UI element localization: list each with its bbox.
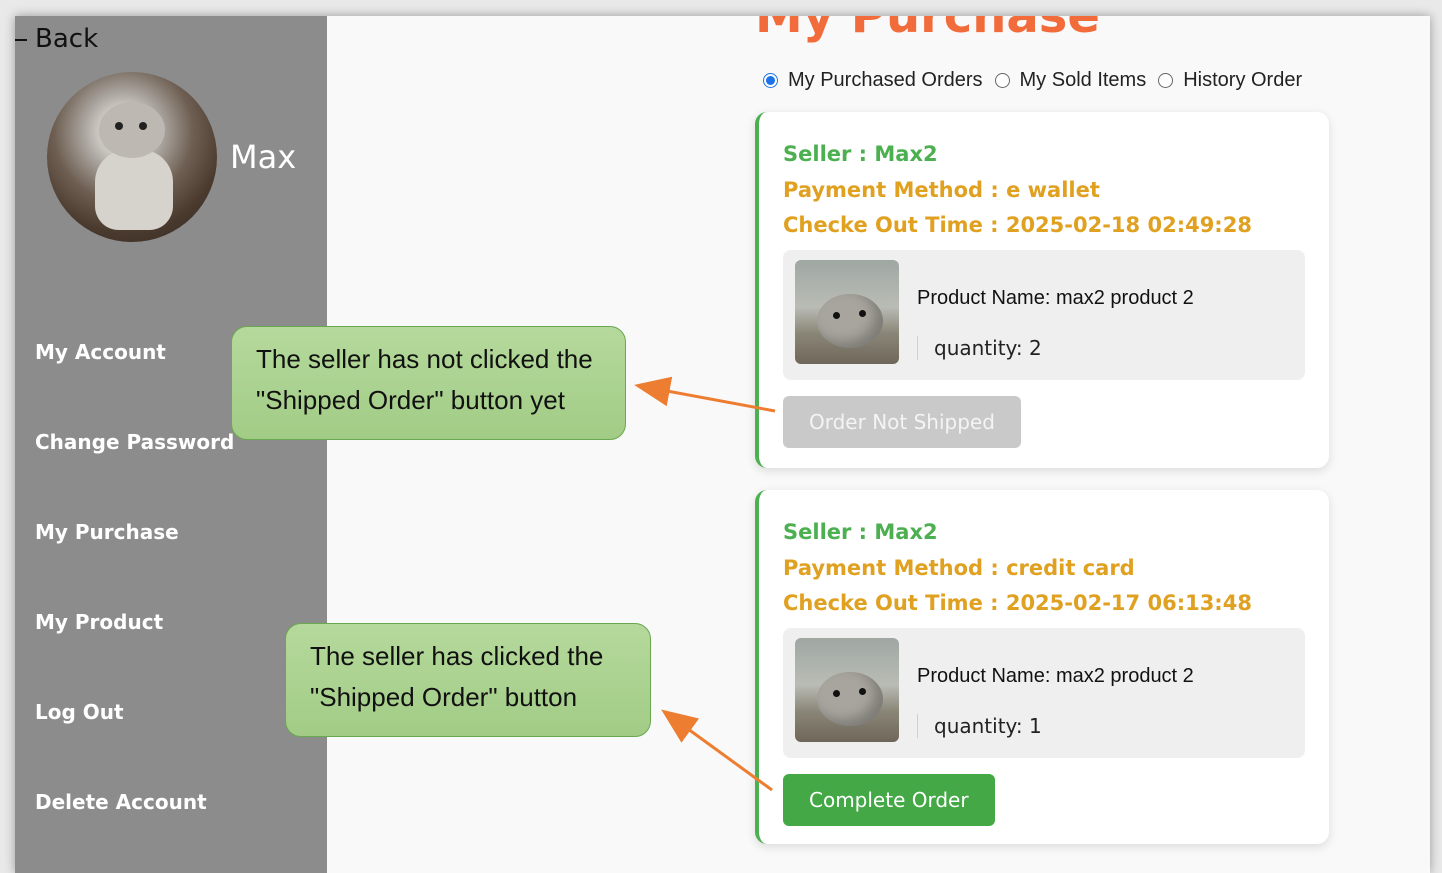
callout-not-shipped: The seller has not clicked the "Shipped … xyxy=(231,326,626,440)
sidebar-item-my-purchase[interactable]: My Purchase xyxy=(35,520,179,544)
avatar-eye xyxy=(115,122,123,130)
radio-icon[interactable] xyxy=(1158,73,1174,88)
back-label: Back xyxy=(35,24,99,54)
sidebar-item-delete-account[interactable]: Delete Account xyxy=(35,790,207,814)
product-name: Product Name: max2 product 2 xyxy=(917,665,1194,687)
product-quantity: quantity: 2 xyxy=(917,336,1042,360)
seal-picture xyxy=(817,294,883,348)
order-payment-method: Payment Method : credit card xyxy=(783,556,1135,580)
order-filter: My Purchased Orders My Sold Items Histor… xyxy=(763,69,1314,92)
filter-label: History Order xyxy=(1183,69,1303,91)
order-seller: Seller : Max2 xyxy=(783,142,938,166)
order-checkout-time: Checke Out Time : 2025-02-17 06:13:48 xyxy=(783,591,1252,615)
product-image xyxy=(795,260,899,364)
callout-shipped: The seller has clicked the "Shipped Orde… xyxy=(285,623,651,737)
order-item: Product Name: max2 product 2 quantity: 1 xyxy=(783,628,1305,758)
seal-picture xyxy=(817,672,883,726)
radio-checked-icon[interactable] xyxy=(763,73,778,88)
seal-eye xyxy=(833,312,840,319)
avatar-cat-head xyxy=(99,102,165,158)
order-item: Product Name: max2 product 2 quantity: 2 xyxy=(783,250,1305,380)
order-payment-method: Payment Method : e wallet xyxy=(783,178,1100,202)
filter-label: My Purchased Orders xyxy=(788,69,983,91)
seal-eye xyxy=(833,690,840,697)
sidebar-item-log-out[interactable]: Log Out xyxy=(35,700,124,724)
sidebar-item-my-product[interactable]: My Product xyxy=(35,610,163,634)
callout-text: The seller has clicked the xyxy=(310,641,604,671)
username: Max xyxy=(230,138,297,176)
filter-purchased-orders[interactable]: My Purchased Orders xyxy=(763,69,983,92)
order-not-shipped-button: Order Not Shipped xyxy=(783,396,1021,448)
avatar xyxy=(47,72,217,242)
order-card: Seller : Max2 Payment Method : credit ca… xyxy=(755,490,1329,844)
radio-icon[interactable] xyxy=(994,73,1010,88)
back-arrow-icon xyxy=(15,38,27,41)
page-title: My Purchase xyxy=(755,16,1100,44)
order-checkout-time: Checke Out Time : 2025-02-18 02:49:28 xyxy=(783,213,1252,237)
seal-eye xyxy=(859,688,866,695)
seal-eye xyxy=(859,310,866,317)
filter-label: My Sold Items xyxy=(1019,69,1147,91)
avatar-cat-body xyxy=(95,150,173,230)
avatar-eye xyxy=(139,122,147,130)
product-image xyxy=(795,638,899,742)
complete-order-button[interactable]: Complete Order xyxy=(783,774,995,826)
filter-history-order[interactable]: History Order xyxy=(1158,69,1302,92)
callout-text: "Shipped Order" button xyxy=(310,682,578,712)
product-name: Product Name: max2 product 2 xyxy=(917,287,1194,309)
order-card: Seller : Max2 Payment Method : e wallet … xyxy=(755,112,1329,468)
product-quantity: quantity: 1 xyxy=(917,714,1042,738)
sidebar-item-change-password[interactable]: Change Password xyxy=(35,430,234,454)
back-link[interactable]: Back xyxy=(15,24,98,54)
app-window: Back Max My Account Change Password My P… xyxy=(15,16,1430,873)
callout-text: "Shipped Order" button yet xyxy=(256,385,565,415)
filter-sold-items[interactable]: My Sold Items xyxy=(994,69,1147,92)
callout-text: The seller has not clicked the xyxy=(256,344,593,374)
sidebar-item-my-account[interactable]: My Account xyxy=(35,340,166,364)
sidebar: Back Max My Account Change Password My P… xyxy=(15,16,327,873)
order-seller: Seller : Max2 xyxy=(783,520,938,544)
